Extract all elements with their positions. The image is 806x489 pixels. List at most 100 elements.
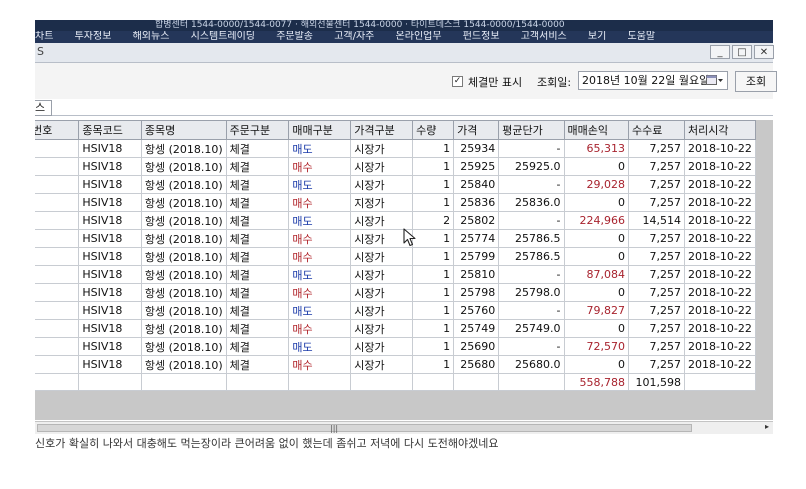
cell-time: 2018-10-22 [683,355,757,374]
cell-order: 체결 [225,229,290,248]
menu-item[interactable]: 펀드정보 [463,31,500,43]
scroll-right-arrow-icon[interactable]: ▸ [765,422,769,431]
table-row[interactable]: 3HSIV18항셍 (2018.10)체결매도시장가125934-65,3137… [35,139,757,158]
cell-name: 항셍 (2018.10) [140,247,227,266]
cell-side: 매수 [288,247,352,266]
column-header[interactable]: 처리시각 [683,120,757,140]
cell-pnl: 0 [563,283,630,302]
table-row[interactable]: 1HSIV18항셍 (2018.10)체결매수시장가12579825798.00… [35,283,757,302]
cell-time: 2018-10-22 [683,193,757,212]
cell-fee: 7,257 [628,139,685,158]
top-banner: 합병센터 1544-0000/1544-0077 · 해외선물센터 1544-0… [35,20,773,31]
menu-item[interactable]: 보기 [588,31,606,43]
tab-fills[interactable]: 스 [35,100,52,116]
column-header[interactable]: 가격구분 [350,120,414,140]
cell-time: 2018-10-22 [683,175,757,194]
table-row[interactable]: 3HSIV18항셍 (2018.10)체결매도시장가125840-29,0287… [35,175,757,194]
scrollbar-grip: ||| [330,424,339,433]
scrollbar-thumb[interactable]: ||| [37,424,692,433]
cell-time: 2018-10-22 [683,265,757,284]
column-header[interactable]: 문번호 [35,120,80,140]
cell-side: 매수 [288,229,352,248]
cell-order: 체결 [225,319,290,338]
total-empty-cell [412,373,455,391]
fills-grid: 문번호종목코드종목명주문구분매매구분가격구분수량가격평균단가매매손익수수료처리시… [35,120,773,420]
cell-pnl: 87,084 [563,265,630,284]
cell-price: 25802 [453,211,500,230]
menu-item[interactable]: 해외뉴스 [133,31,170,43]
column-header[interactable]: 매매구분 [288,120,352,140]
menu-item[interactable]: 고객서비스 [521,31,567,43]
table-row[interactable]: 1HSIV18항셍 (2018.10)체결매수시장가12577425786.50… [35,229,757,248]
cell-avg: - [498,337,565,356]
totals-row: 558,788 101,598 [35,373,757,391]
cell-code: HSIV18 [78,193,142,212]
search-button[interactable]: 조회 [735,71,777,92]
cell-fee: 7,257 [628,229,685,248]
cell-avg: 25680.0 [498,355,565,374]
cell-time: 2018-10-22 [683,283,757,302]
table-row[interactable]: 3HSIV18항셍 (2018.10)체결매수시장가12579925786.50… [35,247,757,266]
fills-table: 문번호종목코드종목명주문구분매매구분가격구분수량가격평균단가매매손익수수료처리시… [35,120,757,391]
cell-ptype: 시장가 [350,319,414,338]
total-pnl: 558,788 [563,373,630,391]
cell-code: HSIV18 [78,283,142,302]
menu-item[interactable]: 시스템트레이딩 [191,31,255,43]
menu-item[interactable]: 도움말 [628,31,656,43]
close-button[interactable]: ✕ [754,45,774,59]
cell-time: 2018-10-22 [683,247,757,266]
cell-avg: - [498,211,565,230]
total-fee: 101,598 [628,373,685,391]
table-row[interactable]: 2HSIV18항셍 (2018.10)체결매도시장가225802-224,966… [35,211,757,230]
cell-order: 체결 [225,301,290,320]
column-header[interactable]: 주문구분 [225,120,290,140]
column-header[interactable]: 종목코드 [78,120,142,140]
table-row[interactable]: 5HSIV18항셍 (2018.10)체결매수시장가12592525925.00… [35,157,757,176]
cell-side: 매도 [288,175,352,194]
cell-ptype: 시장가 [350,301,414,320]
column-header[interactable]: 매매손익 [563,120,630,140]
cell-no: 7 [35,301,80,320]
maximize-button[interactable]: □ [732,45,752,59]
column-header[interactable]: 평균단가 [498,120,565,140]
table-row[interactable]: 2HSIV18항셍 (2018.10)체결매도시장가125690-72,5707… [35,337,757,356]
table-header-row: 문번호종목코드종목명주문구분매매구분가격구분수량가격평균단가매매손익수수료처리시… [35,120,757,140]
horizontal-scrollbar[interactable]: ||| ▸ [35,421,773,434]
cell-ptype: 시장가 [350,337,414,356]
cell-time: 2018-10-22 [683,229,757,248]
cell-price: 25840 [453,175,500,194]
table-row[interactable]: 1HSIV18항셍 (2018.10)체결매수지정가12583625836.00… [35,193,757,212]
menu-item[interactable]: 차트 [35,31,53,43]
cell-ptype: 시장가 [350,139,414,158]
menu-item[interactable]: 주문발송 [276,31,313,43]
cell-price: 25799 [453,247,500,266]
cell-name: 항셍 (2018.10) [140,157,227,176]
column-header[interactable]: 종목명 [140,120,227,140]
mouse-pointer-icon [403,228,417,251]
cell-ptype: 시장가 [350,355,414,374]
table-row[interactable]: 5HSIV18항셍 (2018.10)체결매도시장가125810-87,0847… [35,265,757,284]
cell-qty: 1 [412,247,455,266]
calendar-icon[interactable] [706,74,724,87]
menu-item[interactable]: 투자정보 [75,31,112,43]
cell-fee: 7,257 [628,283,685,302]
cell-price: 25925 [453,157,500,176]
table-row[interactable]: 0HSIV18항셍 (2018.10)체결매수시장가12568025680.00… [35,355,757,374]
column-header[interactable]: 가격 [453,120,500,140]
table-row[interactable]: 1HSIV18항셍 (2018.10)체결매수시장가12574925749.00… [35,319,757,338]
cell-qty: 1 [412,139,455,158]
total-empty-cell [350,373,414,391]
cell-qty: 1 [412,229,455,248]
minimize-button[interactable]: _ [710,45,730,59]
menu-item[interactable]: 고객/자주 [334,31,374,43]
column-header[interactable]: 수수료 [628,120,685,140]
cell-code: HSIV18 [78,247,142,266]
cell-avg: - [498,175,565,194]
cell-side: 매수 [288,193,352,212]
menu-item[interactable]: 온라인업무 [396,31,442,43]
table-row[interactable]: 7HSIV18항셍 (2018.10)체결매도시장가125760-79,8277… [35,301,757,320]
column-header[interactable]: 수량 [412,120,455,140]
cell-code: HSIV18 [78,211,142,230]
filled-only-checkbox[interactable]: ✓ [452,76,463,87]
filled-only-label[interactable]: 체결만 표시 [468,74,522,90]
